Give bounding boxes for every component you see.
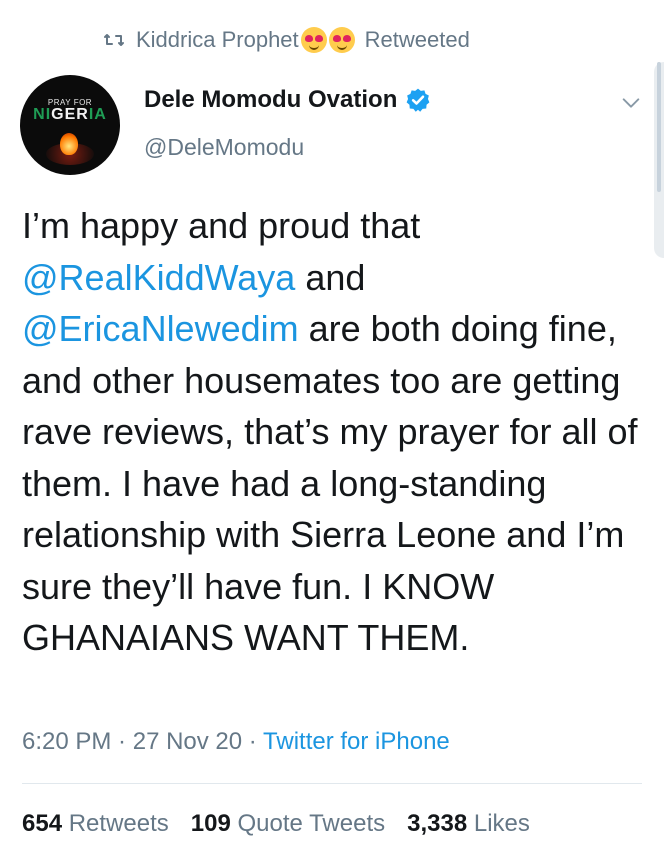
heart-eyes-icon <box>328 27 355 53</box>
engagement-stats: 654 Retweets 109 Quote Tweets 3,338 Like… <box>22 810 530 838</box>
author-display-name[interactable]: Dele Momodu Ovation <box>144 86 397 114</box>
chevron-down-icon[interactable] <box>620 92 642 114</box>
author-handle[interactable]: @DeleMomodu <box>144 134 304 161</box>
candle-flame-icon <box>60 133 78 155</box>
tweet-meta: 6:20 PM · 27 Nov 20 · Twitter for iPhone <box>22 728 450 756</box>
retweets-stat[interactable]: 654 Retweets <box>22 810 169 838</box>
meta-separator: · <box>242 728 264 755</box>
tweet-text: I’m happy and proud that @RealKiddWaya a… <box>22 200 647 664</box>
author-name-row[interactable]: Dele Momodu Ovation <box>144 86 431 114</box>
verified-badge-icon <box>406 88 430 112</box>
divider <box>22 783 642 784</box>
tweet-source-link[interactable]: Twitter for iPhone <box>263 728 450 755</box>
tweet-date: 27 Nov 20 <box>132 728 243 755</box>
mention-link[interactable]: @EricaNlewedim <box>22 308 299 349</box>
tweet-text-part: and <box>295 256 366 298</box>
tweet-text-part: I’m happy and proud that <box>22 205 421 246</box>
tweet-text-part: are both doing fine, and other housemate… <box>22 308 638 658</box>
avatar[interactable]: PRAY FOR NIGERIA <box>20 75 120 175</box>
retweeted-label: Retweeted <box>364 27 470 52</box>
avatar-text-nigeria: NIGERIA <box>33 106 107 123</box>
smiling-face-with-hearts-icon <box>300 27 327 53</box>
tweet-time: 6:20 PM <box>22 728 112 755</box>
likes-stat[interactable]: 3,338 Likes <box>407 810 530 838</box>
quote-tweets-stat[interactable]: 109 Quote Tweets <box>191 810 385 838</box>
scroll-edge <box>654 62 664 258</box>
retweeter-name[interactable]: Kiddrica Prophet <box>136 27 299 53</box>
mention-link[interactable]: @RealKiddWaya <box>22 257 295 298</box>
retweet-icon <box>104 34 124 46</box>
meta-separator: · <box>111 728 133 755</box>
retweet-banner[interactable]: Kiddrica Prophet Retweeted <box>102 24 470 56</box>
